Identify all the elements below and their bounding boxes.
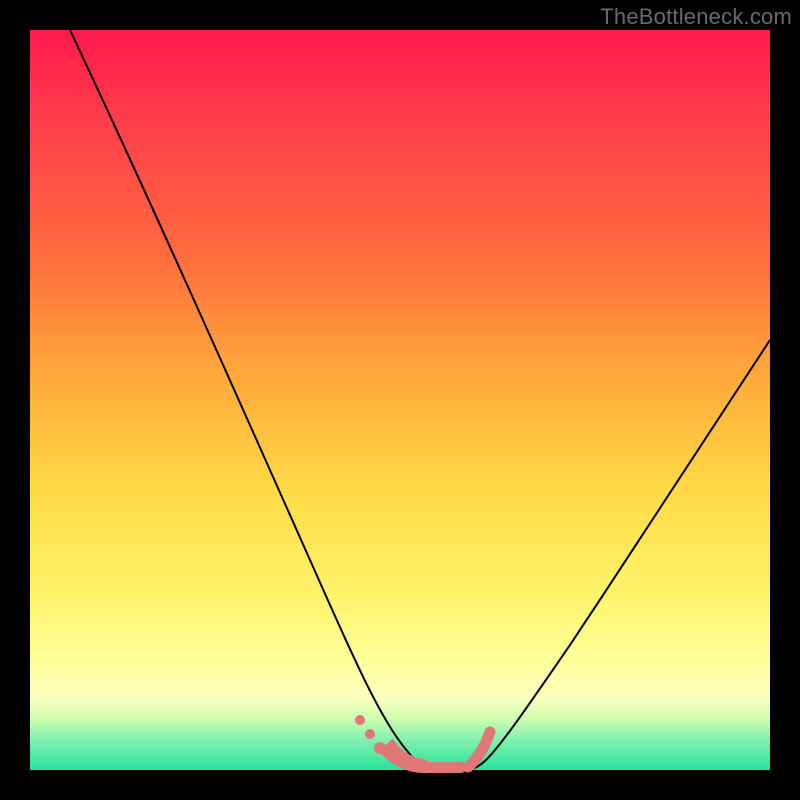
right-branch [474, 340, 770, 768]
watermark-text: TheBottleneck.com [600, 4, 792, 30]
left-branch [70, 30, 425, 768]
plot-area [30, 30, 770, 770]
chart-frame: TheBottleneck.com [0, 0, 800, 800]
highlight-cluster [355, 715, 490, 773]
curve-svg [30, 30, 770, 770]
